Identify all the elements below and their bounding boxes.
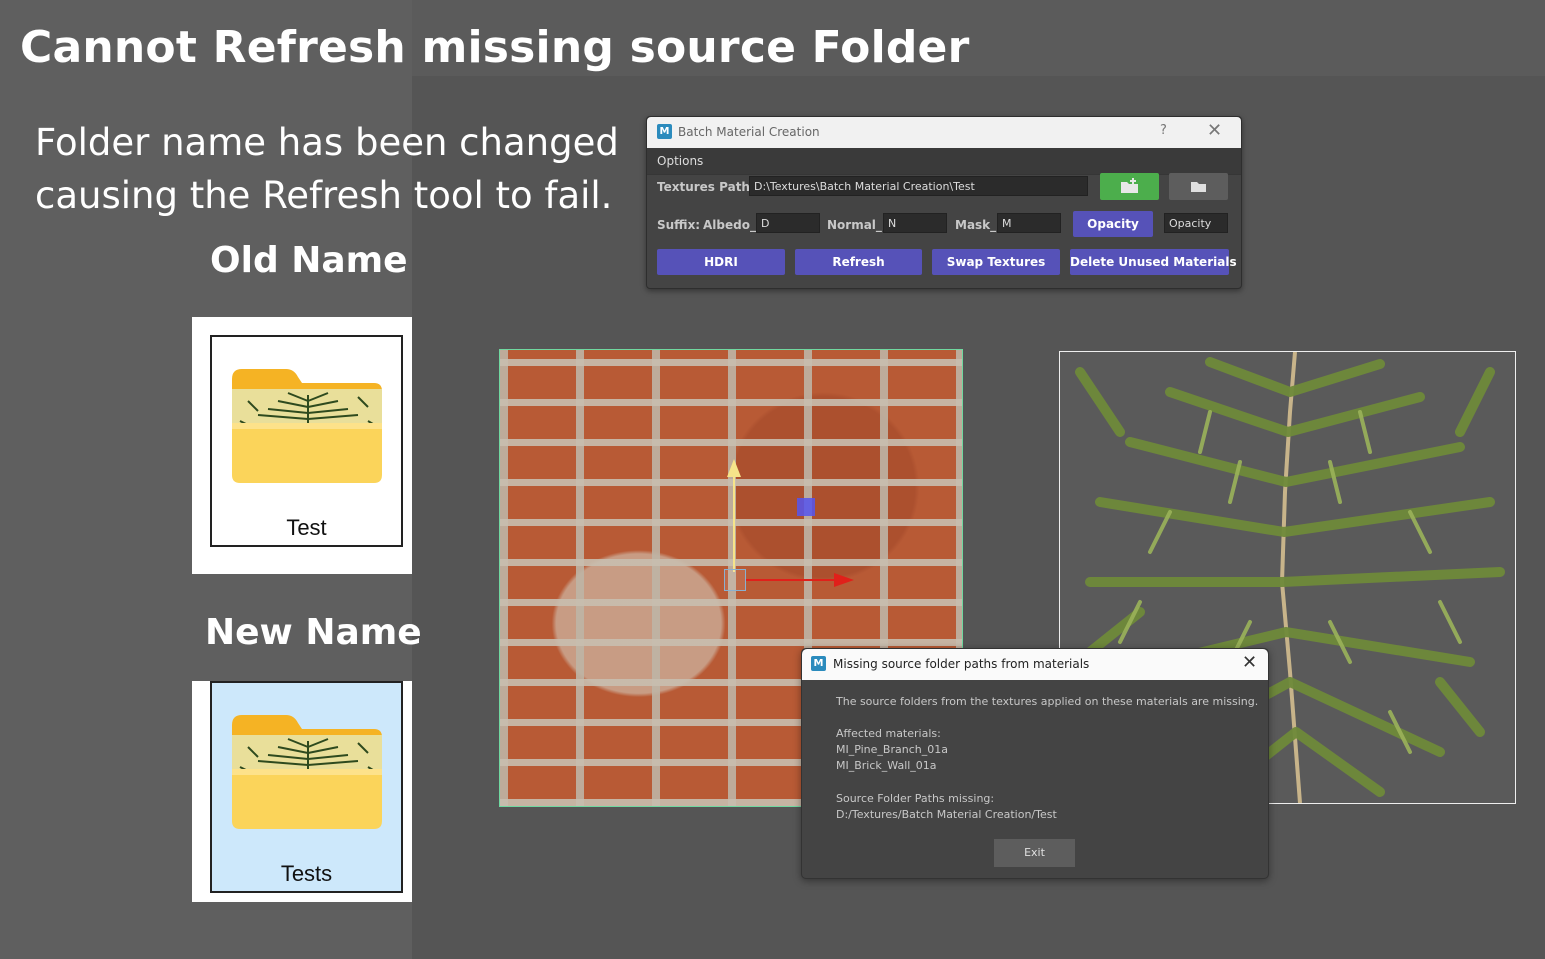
menu-bar: Options bbox=[647, 148, 1241, 175]
missing-dialog-title: Missing source folder paths from materia… bbox=[833, 657, 1090, 671]
new-folder-item[interactable]: Tests bbox=[210, 681, 403, 893]
add-folder-icon bbox=[1121, 178, 1138, 193]
help-icon[interactable]: ? bbox=[1160, 123, 1167, 138]
affected-material-1: MI_Pine_Branch_01a bbox=[836, 743, 948, 756]
maya-logo-icon: M bbox=[657, 124, 672, 139]
normal-label: Normal_ bbox=[827, 218, 882, 232]
dialog-titlebar[interactable]: M Batch Material Creation ? ✕ bbox=[647, 117, 1241, 148]
mask-label: Mask_ bbox=[955, 218, 997, 232]
missing-dialog-titlebar[interactable]: M Missing source folder paths from mater… bbox=[802, 649, 1268, 680]
dialog-title: Batch Material Creation bbox=[678, 125, 820, 139]
gizmo-y-arrow-icon[interactable] bbox=[727, 459, 741, 477]
old-name-label: Old Name bbox=[210, 240, 408, 281]
exit-button[interactable]: Exit bbox=[994, 839, 1075, 867]
opacity-button[interactable]: Opacity bbox=[1073, 211, 1153, 237]
maya-logo-icon: M bbox=[811, 656, 826, 671]
description-line-2: causing the Refresh tool to fail. bbox=[35, 174, 613, 217]
new-folder-name: Tests bbox=[280, 861, 333, 886]
gizmo-center-handle[interactable] bbox=[724, 569, 746, 591]
opacity-input[interactable]: Opacity bbox=[1164, 213, 1228, 233]
menu-options[interactable]: Options bbox=[657, 154, 703, 168]
gizmo-x-arrow-icon[interactable] bbox=[834, 573, 854, 587]
old-folder-item[interactable]: Test bbox=[210, 335, 403, 547]
missing-folder-dialog: M Missing source folder paths from mater… bbox=[801, 648, 1269, 879]
gizmo-x-axis[interactable] bbox=[746, 579, 836, 581]
close-icon[interactable]: ✕ bbox=[1242, 652, 1257, 673]
suffix-label: Suffix: bbox=[657, 218, 701, 232]
paths-label: Source Folder Paths missing: bbox=[836, 792, 995, 805]
folder-icon bbox=[232, 369, 382, 483]
new-name-label: New Name bbox=[205, 612, 422, 653]
affected-label: Affected materials: bbox=[836, 727, 941, 740]
description: Folder name has been changed causing the… bbox=[35, 116, 635, 222]
missing-message: The source folders from the textures app… bbox=[836, 695, 1259, 708]
affected-material-2: MI_Brick_Wall_01a bbox=[836, 759, 937, 772]
refresh-button[interactable]: Refresh bbox=[795, 249, 922, 275]
mask-input[interactable]: M bbox=[997, 213, 1061, 233]
description-line-1: Folder name has been changed bbox=[35, 121, 619, 164]
folder-icon bbox=[232, 715, 382, 829]
folder-icon bbox=[1191, 182, 1206, 192]
gizmo-plane-handle[interactable] bbox=[797, 498, 815, 516]
textures-path-input[interactable]: D:\Textures\Batch Material Creation\Test bbox=[749, 176, 1088, 196]
browse-folder-button[interactable] bbox=[1169, 173, 1228, 200]
swap-textures-button[interactable]: Swap Textures bbox=[932, 249, 1060, 275]
missing-path-1: D:/Textures/Batch Material Creation/Test bbox=[836, 808, 1057, 821]
delete-unused-materials-button[interactable]: Delete Unused Materials bbox=[1070, 249, 1237, 275]
close-icon[interactable]: ✕ bbox=[1207, 120, 1222, 141]
textures-path-label: Textures Path: bbox=[657, 180, 755, 194]
new-folder-card: Tests bbox=[192, 681, 412, 902]
page-title: Cannot Refresh missing source Folder bbox=[20, 22, 970, 73]
old-folder-name: Test bbox=[286, 515, 327, 540]
hdri-button[interactable]: HDRI bbox=[657, 249, 785, 275]
albedo-input[interactable]: D bbox=[756, 213, 820, 233]
normal-input[interactable]: N bbox=[883, 213, 947, 233]
batch-material-dialog: M Batch Material Creation ? ✕ Options Te… bbox=[646, 116, 1242, 289]
gizmo-y-axis[interactable] bbox=[733, 472, 735, 572]
old-folder-card: Test bbox=[192, 317, 412, 574]
albedo-label: Albedo_ bbox=[703, 218, 756, 232]
new-folder-button[interactable] bbox=[1100, 173, 1159, 200]
